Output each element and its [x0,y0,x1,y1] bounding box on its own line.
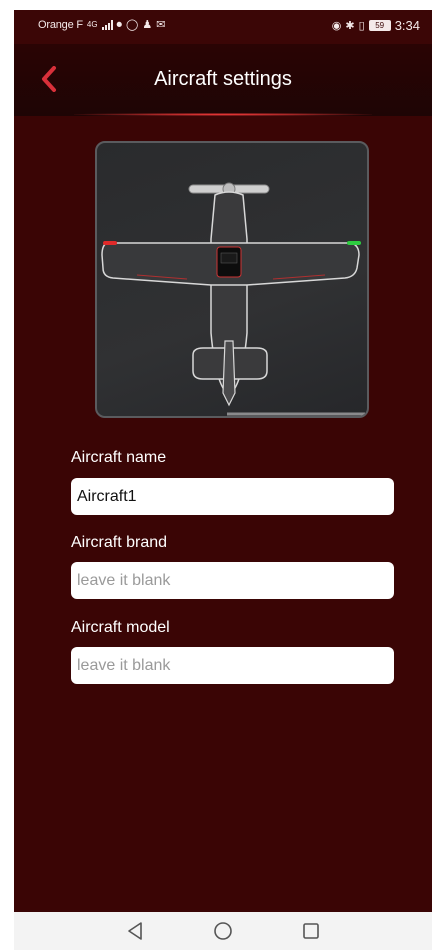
status-right: ◉ ✱ ▯ 59 3:34 [332,18,420,33]
app-header: Aircraft settings [14,44,432,116]
square-recents-icon [303,923,319,939]
whatsapp-icon: ◯ [126,19,139,31]
nav-back-button[interactable] [122,918,148,944]
aircraft-brand-input[interactable] [71,562,394,599]
aircraft-name-input[interactable] [71,478,394,515]
triangle-back-icon [128,922,142,940]
aircraft-image[interactable] [95,141,369,418]
aircraft-model-label: Aircraft model [71,619,170,636]
airplane-icon [101,182,365,416]
status-left: Orange F 4G ⏺ ◯ ♟ ✉ [38,19,165,31]
circle-home-icon [214,922,232,940]
battery-icon: 59 [368,20,391,31]
signal-icon [101,20,113,30]
bluetooth-icon: ✱ [345,19,355,32]
nav-recents-button[interactable] [298,918,324,944]
notification-icon: ⏺ [116,19,123,31]
vibrate-icon: ▯ [358,19,365,32]
aircraft-model-input[interactable] [71,647,394,684]
carrier-label: Orange F [38,19,83,31]
page-title: Aircraft settings [154,68,292,90]
app-icon: ♟ [142,19,153,31]
aircraft-brand-label: Aircraft brand [71,534,168,551]
system-nav-bar [14,912,432,950]
app-screen: Orange F 4G ⏺ ◯ ♟ ✉ ◉ ✱ ▯ 59 3:34 Aircra… [14,10,432,912]
eye-icon: ◉ [331,19,342,32]
aircraft-name-label: Aircraft name [71,449,167,466]
mail-icon: ✉ [156,19,166,31]
network-label: 4G [86,20,98,29]
clock: 3:34 [394,18,420,33]
nav-home-button[interactable] [210,918,236,944]
status-bar: Orange F 4G ⏺ ◯ ♟ ✉ ◉ ✱ ▯ 59 3:34 [14,10,432,44]
